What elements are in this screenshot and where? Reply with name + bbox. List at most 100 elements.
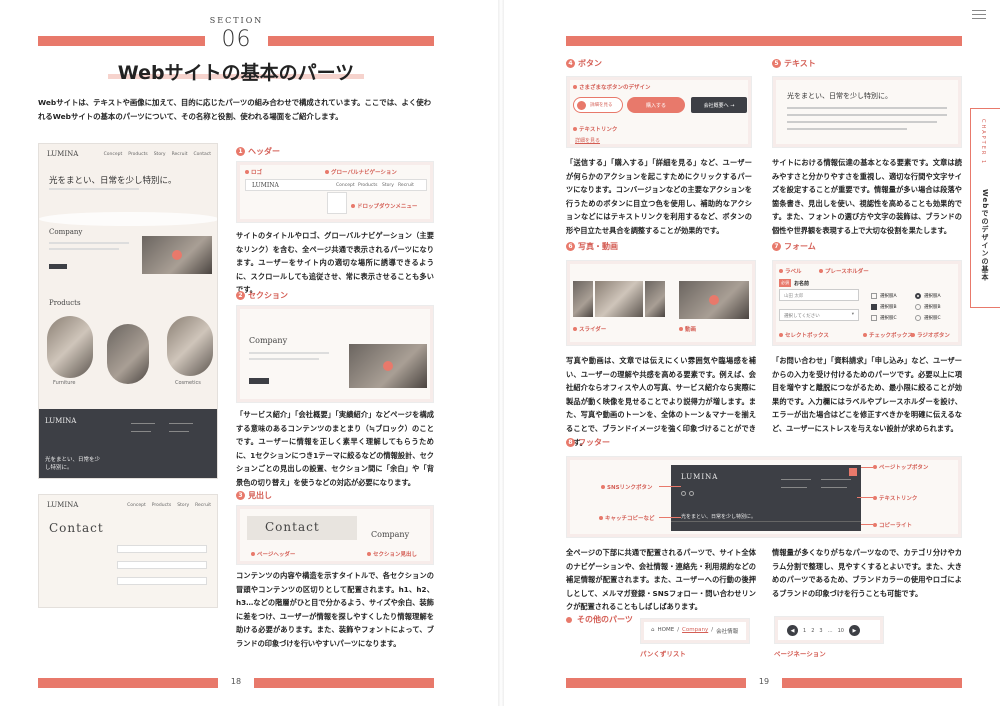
form-body: 「お問い合わせ」「資料請求」「申し込み」など、ユーザーからの入力を受け付けるため…: [772, 356, 962, 433]
leader-line: [659, 517, 681, 518]
radio-group: 選択肢A 選択肢B 選択肢C: [915, 291, 941, 324]
mock-nav-item: Story: [177, 503, 190, 508]
breadcrumb-item[interactable]: HOME: [658, 627, 675, 635]
page-link[interactable]: 3: [819, 628, 822, 634]
sns-icon[interactable]: [689, 491, 694, 496]
pagination: ◀ 1 2 3 … 10 ▶: [787, 625, 860, 636]
checkbox-group: 選択肢A 選択肢B 選択肢C: [871, 291, 897, 324]
play-icon: [383, 361, 393, 371]
chevron-down-icon: ▾: [851, 312, 854, 317]
radio-option[interactable]: 選択肢A: [915, 291, 941, 302]
label-global-nav: グローバルナビゲーション: [325, 168, 397, 176]
mock-hero-line: [49, 188, 139, 190]
section-badge: 1: [236, 147, 245, 156]
breadcrumb-separator: /: [711, 627, 714, 633]
field-label: お名前: [794, 280, 810, 287]
header-body: サイトのタイトルやロゴ、グローバルナビゲーション（主要なリンク）を含む、全ページ…: [236, 231, 434, 295]
checkbox-option[interactable]: 選択肢B: [871, 302, 897, 313]
buy-button-sample[interactable]: 購入する: [627, 97, 685, 113]
top-bar-left: [38, 36, 205, 46]
other-heading: その他のパーツ: [566, 614, 633, 625]
section-figure: Company: [236, 305, 434, 403]
mock-product-photo: [167, 316, 213, 376]
page-link[interactable]: 2: [811, 628, 814, 634]
mock-nav-item: Products: [151, 503, 172, 508]
heading-text: ヘッダー: [248, 147, 280, 156]
breadcrumb-item: 会社情報: [716, 629, 739, 635]
mock-product-photo: [47, 316, 93, 378]
play-icon: [172, 250, 182, 260]
mock-input: [117, 577, 207, 585]
sample-company: Company: [371, 530, 410, 539]
detail-button-sample[interactable]: 詳細を見る: [573, 97, 623, 113]
section-heading: 2 セクション: [236, 290, 288, 301]
footer-mock-brand: LUMINA: [681, 473, 719, 481]
radio-option[interactable]: 選択肢B: [915, 302, 941, 313]
section-badge: 3: [236, 491, 245, 500]
page-link[interactable]: 10: [838, 628, 844, 634]
mock-more-button: [249, 378, 269, 384]
select-sample[interactable]: 選択してください ▾: [779, 309, 859, 321]
heading-text: テキスト: [784, 59, 816, 68]
page-link[interactable]: 1: [803, 628, 806, 634]
section-badge: 4: [566, 59, 575, 68]
header-mock-brand: LUMINA: [252, 182, 279, 189]
section-mock-photo: [349, 344, 427, 388]
page-number-left: 18: [230, 677, 242, 686]
bottom-bar: [254, 678, 434, 688]
mock-footer-line: [169, 431, 189, 432]
video-photo: [679, 281, 749, 319]
header-mock-bar: LUMINA Concept Products Story Recruit: [245, 179, 427, 191]
footer-mock: LUMINA 光をまとい、日常を少し特別に。: [671, 465, 861, 531]
mock-text-line: [49, 242, 129, 244]
checkbox-option[interactable]: 選択肢C: [871, 313, 897, 324]
slider-photo: [573, 281, 593, 317]
label-section-heading: セクション見出し: [367, 550, 417, 558]
heading-text: 写真・動画: [578, 242, 618, 251]
field-label-row: 必須 お名前: [779, 279, 809, 287]
chapter-label: CHAPTER 1: [980, 119, 986, 166]
heading-text: ボタン: [578, 59, 602, 68]
mock-text-line: [49, 248, 119, 250]
heading-text: フッター: [578, 438, 610, 447]
label-variants: さまざまなボタンのデザイン: [573, 83, 651, 91]
mock-input: [117, 561, 207, 569]
page-top-button[interactable]: [849, 468, 857, 476]
form-figure: ラベル プレースホルダー 必須 お名前 山田 太郎 選択してください ▾ 選択肢…: [772, 260, 962, 346]
mock-product-name: Cosmetics: [175, 380, 201, 386]
mock-brand: LUMINA: [47, 150, 79, 158]
play-icon: [709, 295, 719, 305]
label-text-link: テキストリンク: [873, 494, 917, 502]
select-placeholder: 選択してください: [784, 314, 820, 319]
menu-icon[interactable]: [972, 10, 986, 22]
label-placeholder: プレースホルダー: [819, 267, 869, 275]
company-button-sample[interactable]: 会社概要へ →: [691, 97, 747, 113]
footer-link-line: [781, 479, 811, 480]
pagination-label: ページネーション: [774, 650, 826, 658]
prev-page-button[interactable]: ◀: [787, 625, 798, 636]
section-badge: 6: [566, 242, 575, 251]
required-badge: 必須: [779, 279, 791, 287]
mock-hero-text: 光をまとい、日常を少し特別に。: [49, 176, 177, 186]
sns-icon[interactable]: [681, 491, 686, 496]
label-page-header: ページヘッダー: [251, 550, 295, 558]
text-link-sample[interactable]: 詳細を見る: [575, 137, 600, 144]
name-input-sample[interactable]: 山田 太郎: [779, 289, 859, 301]
section-badge: 8: [566, 438, 575, 447]
mock-nav: Concept Products Story Recruit Contact: [104, 152, 211, 157]
label-radio: ラジオボタン: [911, 331, 950, 339]
mock-nav-item: Recruit: [171, 152, 188, 157]
sns-icons: [681, 491, 694, 496]
checkbox-option[interactable]: 選択肢A: [871, 291, 897, 302]
media-heading: 6 写真・動画: [566, 241, 618, 252]
radio-option[interactable]: 選択肢C: [915, 313, 941, 324]
dropdown-mock: [327, 192, 347, 214]
spine: [498, 0, 504, 706]
mock-footer-line: [131, 423, 155, 424]
mock-footer-line: [169, 423, 193, 424]
pagination-figure: ◀ 1 2 3 … 10 ▶: [774, 616, 884, 644]
breadcrumb-item[interactable]: Company: [682, 627, 708, 635]
label-logo: ロゴ: [245, 168, 262, 176]
next-page-button[interactable]: ▶: [848, 625, 860, 636]
mock-wave: [39, 212, 217, 226]
